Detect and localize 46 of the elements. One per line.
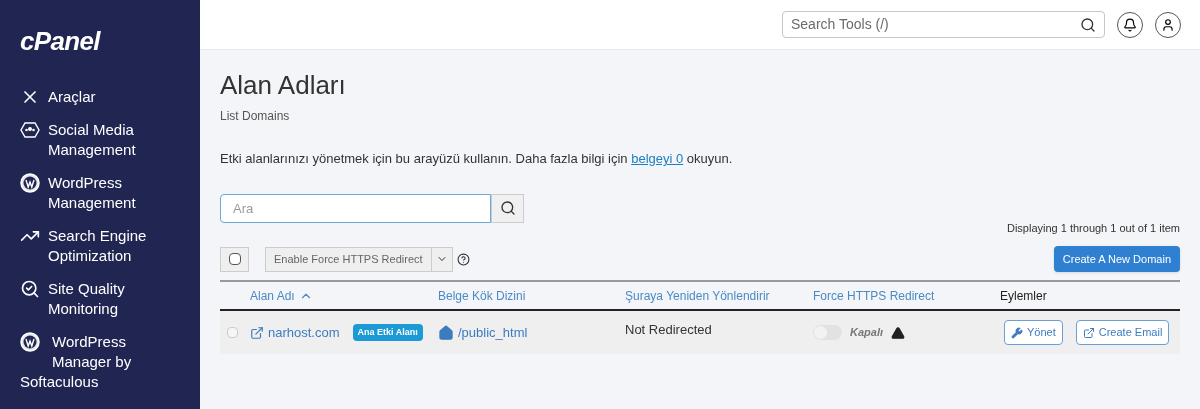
sidebar-item[interactable]: WordPress Management — [20, 173, 180, 213]
documentation-link[interactable]: belgeyi 0 — [631, 151, 684, 166]
wrench-icon — [1011, 326, 1023, 339]
paging-info: Displaying 1 through 1 out of 1 item — [1006, 220, 1180, 236]
bell-icon — [1123, 17, 1137, 32]
select-all-checkbox[interactable] — [228, 253, 241, 265]
social-media-icon — [20, 120, 40, 140]
search-check-icon — [20, 279, 40, 299]
help-icon — [456, 252, 470, 266]
table-cell-text: Not Redirected — [625, 321, 713, 339]
primary-domain-badge: Ana Etki Alanı — [352, 323, 423, 342]
search-tools-field[interactable]: Search Tools (/) — [782, 11, 1105, 38]
page-subtitle: List Domains — [220, 108, 291, 125]
row-checkbox[interactable] — [227, 327, 238, 338]
sidebar-item[interactable]: Araçlar — [20, 87, 180, 107]
create-domain-button[interactable]: Create A New Domain — [1053, 246, 1180, 272]
logo: cPanel — [20, 28, 102, 54]
wordpress-icon — [20, 332, 40, 352]
search-tools-input[interactable]: Search Tools (/) — [791, 14, 1080, 35]
sidebar-item[interactable]: WordPress Manager by Softaculous — [20, 332, 180, 392]
external-link-icon — [250, 325, 264, 340]
search-icon — [499, 200, 516, 216]
search-icon — [1080, 16, 1096, 33]
home-icon — [438, 324, 454, 341]
search-field[interactable]: Ara — [220, 193, 491, 223]
toggle-status: Kapalı — [850, 325, 883, 341]
column-header[interactable]: Force HTTPS Redirect — [813, 286, 1000, 305]
create-email-button[interactable]: Create Email — [1075, 320, 1170, 345]
warning-icon — [891, 325, 905, 340]
column-header: Eylemler — [1000, 287, 1048, 305]
sidebar-item[interactable]: Site Quality Monitoring — [20, 279, 180, 319]
domain-link[interactable]: narhost.com — [250, 322, 340, 343]
page-title: Alan Adları — [220, 70, 347, 100]
user-icon — [1161, 17, 1175, 32]
wordpress-icon — [20, 173, 40, 193]
document-root-link[interactable]: /public_html — [438, 322, 625, 343]
sidebar-item[interactable]: Search Engine Optimization — [20, 226, 180, 266]
column-header[interactable]: Alan Adı — [250, 286, 438, 305]
bulk-action-button[interactable]: Enable Force HTTPS Redirect — [265, 246, 432, 272]
sidebar-item[interactable]: Social Media Management — [20, 120, 180, 160]
description: Etki alanlarınızı yönetmek için bu arayüzü kullanın. Daha fazla bilgi için belgeyi 0 okuyun. — [220, 150, 734, 168]
external-link-icon — [1082, 326, 1095, 339]
column-header[interactable]: Şuraya Yeniden Yönlendirir — [625, 286, 813, 305]
search-button[interactable] — [491, 193, 524, 223]
column-header[interactable]: Belge Kök Dizini — [438, 286, 625, 305]
manage-button[interactable]: Yönet — [1004, 320, 1063, 345]
